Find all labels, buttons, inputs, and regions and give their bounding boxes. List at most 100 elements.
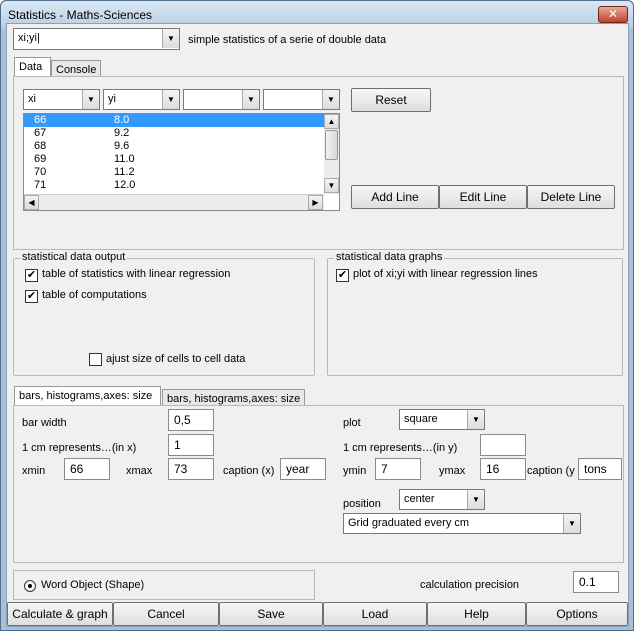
bar-width-input[interactable]: 0,5: [168, 409, 214, 431]
calculate-graph-button[interactable]: Calculate & graph: [7, 602, 113, 626]
stats-lr-checkbox[interactable]: ✔: [25, 269, 38, 282]
ymin-label: ymin: [343, 465, 367, 477]
chevron-down-icon[interactable]: ▼: [563, 514, 580, 533]
scroll-up-icon[interactable]: ▲: [324, 114, 339, 129]
word-object-radio[interactable]: [24, 580, 36, 592]
column-combo-3[interactable]: ▼: [183, 89, 260, 110]
scroll-down-icon[interactable]: ▼: [324, 178, 339, 193]
caption-x-input[interactable]: year: [280, 458, 326, 480]
computations-checkbox[interactable]: ✔: [25, 290, 38, 303]
mode-description: simple statistics of a serie of double d…: [188, 34, 387, 46]
cell-x: 67: [34, 127, 47, 139]
data-rows[interactable]: 66 8.0 67 9.2 68 9.6 69 11.0 70 11.2 71 12.0: [24, 114, 324, 194]
horizontal-scrollbar[interactable]: ◀ ▶: [24, 194, 324, 210]
scroll-left-icon[interactable]: ◀: [24, 195, 39, 210]
table-row[interactable]: 71 12.0: [24, 179, 324, 192]
help-button[interactable]: Help: [427, 602, 526, 626]
xmax-input[interactable]: 73: [168, 458, 214, 480]
cm-x-label: 1 cm represents…(in x): [22, 442, 137, 454]
column-combo-1[interactable]: xi ▼: [23, 89, 100, 110]
save-button[interactable]: Save: [219, 602, 323, 626]
position-label: position: [343, 498, 381, 510]
chevron-down-icon[interactable]: ▼: [467, 410, 484, 429]
chevron-down-icon[interactable]: ▼: [322, 90, 339, 109]
position-value: center: [404, 493, 435, 505]
plot-checkbox[interactable]: ✔: [336, 269, 349, 282]
chevron-down-icon[interactable]: ▼: [467, 490, 484, 509]
cell-x: 69: [34, 153, 47, 165]
ymax-input[interactable]: 16: [480, 458, 526, 480]
cell-y: 9.2: [114, 127, 130, 139]
add-line-button[interactable]: Add Line: [351, 185, 439, 209]
column-combo-1-value: xi: [28, 93, 36, 105]
window-title: Statistics - Maths-Sciences: [8, 8, 153, 22]
precision-input[interactable]: 0.1: [573, 571, 619, 593]
output-group: statistical data output ✔ table of stati…: [13, 251, 315, 376]
dialog-client: xi;yi| ▼ simple statistics of a serie of…: [6, 23, 629, 627]
table-row[interactable]: 68 9.6: [24, 140, 324, 153]
xmin-label: xmin: [22, 465, 46, 477]
load-button[interactable]: Load: [323, 602, 427, 626]
chevron-down-icon[interactable]: ▼: [162, 29, 179, 48]
column-combo-2[interactable]: yi ▼: [103, 89, 180, 110]
tab-data-label: Data: [19, 61, 43, 73]
cm-y-label: 1 cm represents…(in y): [343, 442, 458, 454]
cell-y: 9.6: [114, 140, 130, 152]
ymin-input[interactable]: 7: [375, 458, 421, 480]
tab-bars-1-label: bars, histograms,axes: size: [19, 390, 153, 402]
column-combo-4[interactable]: ▼: [263, 89, 340, 110]
mode-combo-value: xi;yi|: [18, 32, 40, 44]
grid-value: Grid graduated every cm: [348, 517, 470, 529]
plot-type-combo[interactable]: square ▼: [399, 409, 485, 430]
caption-y-input[interactable]: tons: [578, 458, 622, 480]
graphs-group: statistical data graphs ✔ plot of xi;yi …: [327, 251, 623, 376]
tab-console-label: Console: [56, 64, 97, 76]
reset-button[interactable]: Reset: [351, 88, 431, 112]
table-row[interactable]: 66 8.0: [24, 114, 324, 127]
scrollbar-thumb[interactable]: [325, 130, 338, 160]
graphs-group-title: statistical data graphs: [334, 251, 445, 263]
radio-dot-icon: [28, 584, 32, 588]
scroll-right-icon[interactable]: ▶: [308, 195, 323, 210]
cm-x-input[interactable]: 1: [168, 434, 214, 456]
app-window: Statistics - Maths-Sciences ✕ xi;yi| ▼ s…: [0, 0, 634, 631]
adjust-checkbox[interactable]: [89, 353, 102, 366]
table-row[interactable]: 67 9.2: [24, 127, 324, 140]
vertical-scrollbar[interactable]: ▲ ▼: [324, 114, 339, 194]
position-combo[interactable]: center ▼: [399, 489, 485, 510]
xmin-input[interactable]: 66: [64, 458, 110, 480]
xmax-label: xmax: [126, 465, 153, 477]
data-panel: xi ▼ yi ▼ ▼ ▼ 66 8.0 67 9.2 68 9.6 69 11.0 70 11.…: [13, 76, 624, 250]
computations-label: table of computations: [42, 289, 147, 301]
mode-combo[interactable]: xi;yi| ▼: [13, 28, 180, 50]
plot-type-value: square: [404, 413, 438, 425]
chevron-down-icon[interactable]: ▼: [82, 90, 99, 109]
delete-line-button[interactable]: Delete Line: [527, 185, 615, 209]
grid-combo[interactable]: Grid graduated every cm ▼: [343, 513, 581, 534]
cell-x: 71: [34, 179, 47, 191]
cm-y-input[interactable]: [480, 434, 526, 456]
chevron-down-icon[interactable]: ▼: [162, 90, 179, 109]
edit-line-button[interactable]: Edit Line: [439, 185, 527, 209]
table-row[interactable]: 69 11.0: [24, 153, 324, 166]
tab-bars-1[interactable]: bars, histograms,axes: size: [14, 386, 161, 406]
word-object-label: Word Object (Shape): [41, 579, 145, 591]
stats-lr-label: table of statistics with linear regressi…: [42, 268, 231, 280]
cancel-button[interactable]: Cancel: [113, 602, 219, 626]
close-button[interactable]: ✕: [598, 6, 628, 23]
params-panel: bar width 0,5 1 cm represents…(in x) 1 x…: [13, 405, 624, 563]
tab-bars-2-label: bars, histograms,axes: size: [167, 393, 301, 405]
output-group-title: statistical data output: [20, 251, 128, 263]
precision-label: calculation precision: [420, 579, 520, 591]
options-button[interactable]: Options: [526, 602, 628, 626]
tab-console[interactable]: Console: [51, 60, 101, 77]
tab-data[interactable]: Data: [14, 57, 51, 77]
chevron-down-icon[interactable]: ▼: [242, 90, 259, 109]
tab-bars-2[interactable]: bars, histograms,axes: size: [162, 389, 305, 406]
bar-width-label: bar width: [22, 417, 67, 429]
plot-type-label: plot: [343, 417, 361, 429]
table-row[interactable]: 70 11.2: [24, 166, 324, 179]
cell-x: 66: [34, 114, 47, 126]
data-list[interactable]: 66 8.0 67 9.2 68 9.6 69 11.0 70 11.2 71 12.0 ▲ ▼ ◀ …: [23, 113, 340, 211]
adjust-label: ajust size of cells to cell data: [106, 353, 246, 365]
